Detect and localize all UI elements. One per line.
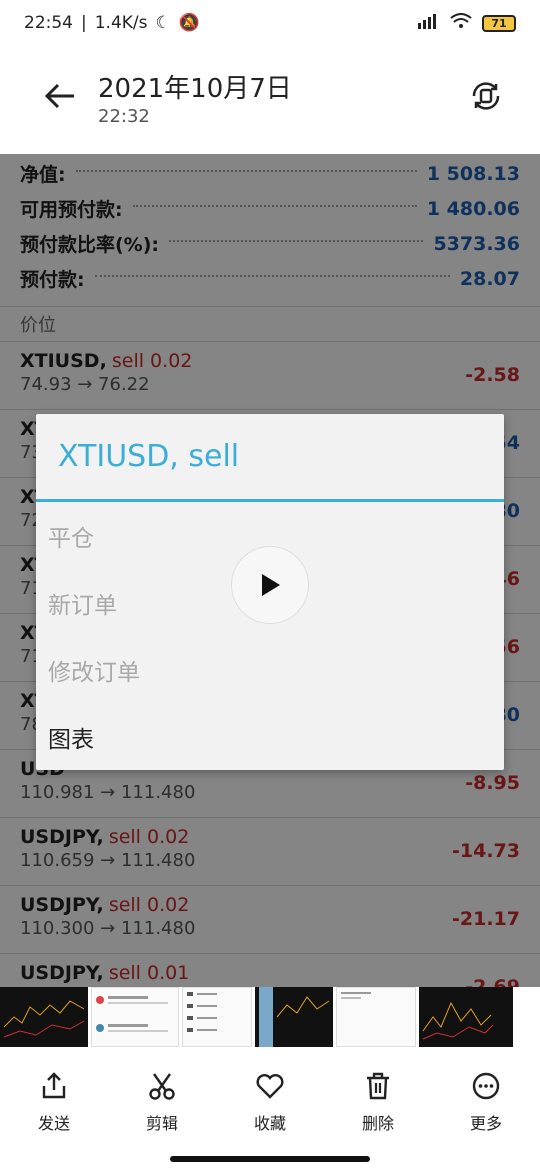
thumbnail[interactable]: [255, 987, 333, 1047]
thumbnail[interactable]: [419, 987, 513, 1047]
menu-item-chart[interactable]: 图表: [36, 703, 504, 770]
rotate-icon[interactable]: [466, 76, 506, 116]
favorite-button[interactable]: 收藏: [225, 1070, 315, 1134]
thumbnail-strip: [0, 987, 540, 1047]
status-time: 22:54: [24, 13, 73, 33]
thumbnail[interactable]: [91, 987, 179, 1047]
favorite-label: 收藏: [253, 1114, 286, 1133]
status-divider: |: [81, 13, 87, 33]
thumbnail[interactable]: [182, 987, 252, 1047]
wifi-icon: [450, 12, 472, 34]
delete-label: 删除: [361, 1114, 394, 1133]
share-icon: [42, 1072, 66, 1099]
more-label: 更多: [469, 1114, 502, 1133]
delete-button[interactable]: 删除: [333, 1070, 423, 1134]
signal-icon: [416, 13, 440, 34]
home-indicator[interactable]: [170, 1156, 370, 1162]
edit-label: 剪辑: [145, 1114, 178, 1133]
trash-icon: [367, 1072, 389, 1100]
battery-icon: 71: [482, 14, 516, 32]
more-icon: [472, 1072, 500, 1100]
menu-item-modify-order[interactable]: 修改订单: [36, 636, 504, 703]
thumbnail[interactable]: [336, 987, 416, 1047]
thumbnail[interactable]: [0, 987, 88, 1047]
send-button[interactable]: 发送: [9, 1070, 99, 1134]
page-title: 2021年10月7日: [98, 74, 292, 104]
page-subtitle: 22:32: [98, 106, 150, 127]
heart-icon: [256, 1074, 284, 1099]
play-button[interactable]: [231, 546, 309, 624]
status-speed: 1.4K/s: [94, 13, 148, 33]
header: 2021年10月7日 22:32: [0, 46, 540, 154]
dialog-title: XTIUSD, sell: [36, 414, 504, 502]
send-label: 发送: [37, 1114, 70, 1133]
back-arrow-icon[interactable]: [40, 76, 80, 116]
moon-icon: ☾: [155, 13, 171, 33]
scissors-icon: [149, 1073, 175, 1100]
edit-button[interactable]: 剪辑: [117, 1070, 207, 1134]
more-button[interactable]: 更多: [441, 1070, 531, 1134]
mute-bell-icon: 🔕: [178, 13, 200, 33]
status-bar: 22:54 | 1.4K/s ☾ 🔕 71: [0, 0, 540, 46]
bottom-action-bar: 发送 剪辑 收藏 删除 更多: [0, 1050, 540, 1150]
context-dialog: XTIUSD, sell 平仓 新订单 修改订单 图表: [36, 414, 504, 770]
play-icon: [262, 574, 280, 596]
